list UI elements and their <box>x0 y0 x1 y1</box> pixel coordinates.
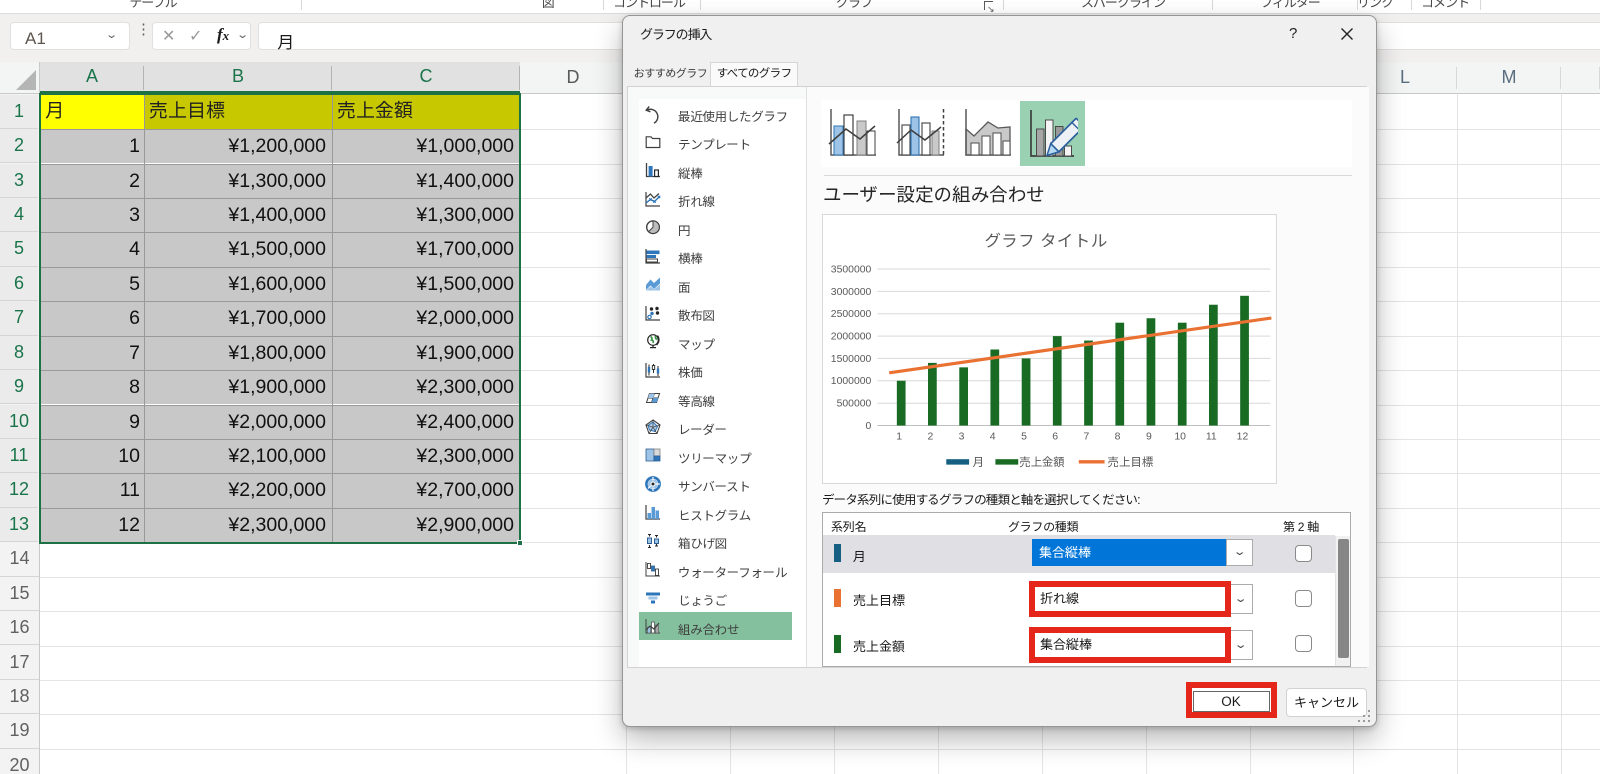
svg-text:9: 9 <box>1146 431 1152 442</box>
svg-text:11: 11 <box>1206 431 1217 442</box>
svg-text:7: 7 <box>1084 431 1090 442</box>
svg-text:売上金額: 売上金額 <box>1019 454 1065 470</box>
svg-text:0: 0 <box>866 421 872 432</box>
svg-text:8: 8 <box>1115 431 1121 442</box>
svg-text:2: 2 <box>927 431 933 442</box>
svg-text:2500000: 2500000 <box>831 309 872 320</box>
svg-text:1000000: 1000000 <box>831 376 872 387</box>
svg-text:12: 12 <box>1237 431 1249 442</box>
svg-text:3000000: 3000000 <box>831 287 872 298</box>
svg-text:売上目標: 売上目標 <box>1108 454 1154 470</box>
svg-text:1: 1 <box>896 431 902 442</box>
svg-text:グラフ タイトル: グラフ タイトル <box>985 227 1108 251</box>
svg-text:月: 月 <box>973 454 984 470</box>
svg-text:10: 10 <box>1174 431 1186 442</box>
svg-text:3: 3 <box>959 431 965 442</box>
svg-text:6: 6 <box>1052 431 1058 442</box>
svg-text:2000000: 2000000 <box>831 332 872 343</box>
svg-text:500000: 500000 <box>837 399 872 410</box>
svg-text:5: 5 <box>1021 431 1027 442</box>
svg-text:1500000: 1500000 <box>831 354 872 365</box>
svg-text:4: 4 <box>990 431 996 442</box>
svg-text:3500000: 3500000 <box>831 264 872 275</box>
